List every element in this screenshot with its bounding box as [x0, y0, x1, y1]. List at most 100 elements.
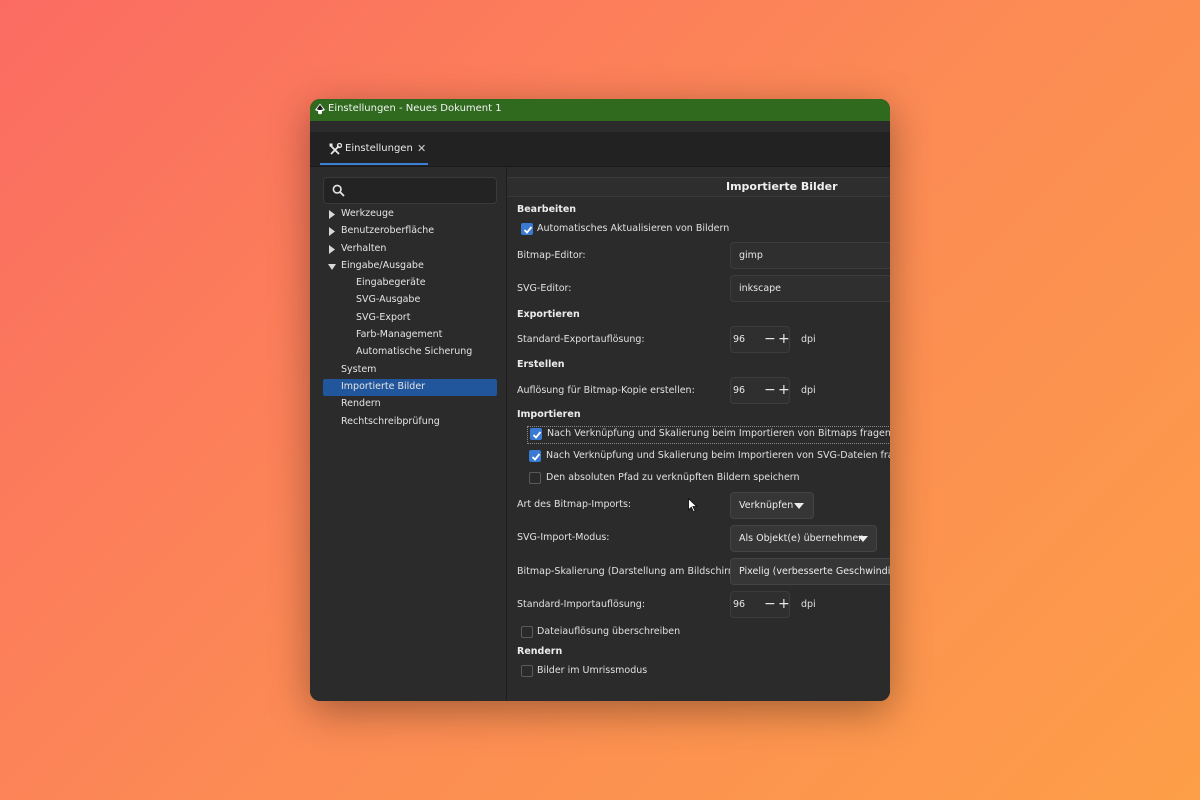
increment-button[interactable]: + [778, 382, 790, 398]
bitmap-copy-resolution-label: Auflösung für Bitmap-Kopie erstellen: [517, 385, 695, 396]
sidebar-item-importierte-bilder[interactable]: Importierte Bilder [323, 378, 497, 397]
title-bar[interactable]: Einstellungen - Neues Dokument 1 [310, 99, 890, 121]
svg-import-mode-dropdown[interactable]: Als Objekt(e) übernehmen [730, 525, 877, 552]
outline-mode-label: Bilder im Umrissmodus [537, 665, 648, 676]
auto-update-checkbox[interactable] [521, 223, 533, 235]
checkmark-icon [523, 226, 533, 234]
expander-right-icon[interactable] [328, 244, 336, 254]
sidebar-item-svg-export[interactable]: SVG-Export [323, 310, 497, 327]
import-resolution-value: 96 [733, 599, 746, 610]
expander-right-icon[interactable] [328, 210, 336, 219]
preferences-panel: Importierte Bilder Bearbeiten Automatisc… [507, 167, 890, 701]
tab-strip-spacer [310, 121, 890, 132]
ask-bitmaps-checkbox[interactable] [530, 428, 542, 440]
sidebar-item-label: Automatische Sicherung [356, 346, 473, 358]
bitmap-editor-field[interactable]: gimp [730, 242, 890, 269]
preferences-tree: Werkzeuge Benutzeroberfläche Verhalten E… [323, 206, 497, 431]
window-title: Einstellungen - Neues Dokument 1 [328, 103, 502, 114]
override-file-res-checkbox-row[interactable]: Dateiauflösung überschreiben [521, 625, 771, 641]
tab-label: Einstellungen [345, 143, 413, 154]
sidebar-item-label: Eingabegeräte [356, 277, 426, 289]
tools-icon [329, 143, 342, 155]
svg-import-mode-value: Als Objekt(e) übernehmen [739, 533, 865, 544]
sidebar-item-rendern[interactable]: Rendern [323, 396, 497, 413]
bitmap-copy-resolution-unit: dpi [801, 385, 816, 396]
absolute-path-checkbox-row[interactable]: Den absoluten Pfad zu verknüpften Bilder… [529, 471, 869, 487]
sidebar-item-label: Verhalten [341, 242, 387, 254]
bitmap-editor-label: Bitmap-Editor: [517, 250, 586, 261]
import-resolution-spinbox[interactable]: 96 − + [730, 591, 790, 618]
sidebar-item-label: SVG-Ausgabe [356, 294, 421, 306]
chevron-down-icon [794, 503, 804, 509]
svg-import-mode-label: SVG-Import-Modus: [517, 532, 610, 543]
ask-svg-label: Nach Verknüpfung und Skalierung beim Imp… [546, 450, 890, 461]
sidebar-item-system[interactable]: System [323, 362, 497, 379]
sidebar-item-verhalten[interactable]: Verhalten [323, 241, 497, 258]
ask-svg-checkbox-row[interactable]: Nach Verknüpfung und Skalierung beim Imp… [529, 449, 890, 465]
sidebar-item-label: Farb-Management [356, 329, 443, 341]
tab-preferences[interactable]: Einstellungen ✕ [320, 135, 428, 165]
sidebar-item-label: System [341, 363, 377, 375]
export-resolution-label: Standard-Exportauflösung: [517, 334, 645, 345]
expander-right-icon[interactable] [328, 227, 336, 237]
panel-title: Importierte Bilder [507, 177, 890, 197]
bitmap-scaling-label: Bitmap-Skalierung (Darstellung am Bildsc… [517, 566, 741, 577]
sidebar-item-werkzeuge[interactable]: Werkzeuge [323, 206, 497, 223]
sidebar-item-eingabegeraete[interactable]: Eingabegeräte [323, 275, 497, 292]
sidebar-item-automatische-sicherung[interactable]: Automatische Sicherung [323, 344, 497, 361]
export-resolution-value: 96 [733, 334, 746, 345]
bitmap-copy-resolution-spinbox[interactable]: 96 − + [730, 377, 790, 404]
sidebar-item-label: Rechtschreibprüfung [341, 415, 440, 427]
chevron-down-icon [858, 536, 868, 542]
section-heading-bearbeiten: Bearbeiten [517, 204, 577, 215]
sidebar-item-farb-management[interactable]: Farb-Management [323, 327, 497, 344]
bitmap-import-type-label: Art des Bitmap-Imports: [517, 499, 632, 510]
bitmap-import-type-value: Verknüpfen [739, 500, 794, 511]
sidebar-item-label: Werkzeuge [341, 208, 394, 219]
bitmap-scaling-dropdown[interactable]: Pixelig (verbesserte Geschwindigke [730, 558, 890, 585]
import-resolution-unit: dpi [801, 599, 816, 610]
sidebar-item-svg-ausgabe[interactable]: SVG-Ausgabe [323, 292, 497, 309]
section-heading-importieren: Importieren [517, 409, 581, 420]
ask-bitmaps-checkbox-row[interactable]: Nach Verknüpfung und Skalierung beim Imp… [527, 426, 890, 444]
sidebar-item-label: Importierte Bilder [341, 380, 426, 392]
sidebar-item-rechtschreibpruefung[interactable]: Rechtschreibprüfung [323, 414, 497, 431]
expander-down-icon[interactable] [328, 262, 336, 271]
section-heading-erstellen: Erstellen [517, 359, 565, 370]
section-heading-rendern: Rendern [517, 646, 563, 657]
absolute-path-checkbox[interactable] [529, 472, 541, 484]
svg-editor-field[interactable]: inkscape [730, 275, 890, 302]
section-heading-exportieren: Exportieren [517, 309, 580, 320]
increment-button[interactable]: + [778, 596, 790, 612]
outline-mode-checkbox-row[interactable]: Bilder im Umrissmodus [521, 664, 771, 680]
ask-bitmaps-label: Nach Verknüpfung und Skalierung beim Imp… [547, 428, 890, 439]
search-input[interactable] [350, 180, 494, 201]
auto-update-checkbox-row[interactable]: Automatisches Aktualisieren von Bildern [521, 222, 771, 238]
outline-mode-checkbox[interactable] [521, 665, 533, 677]
decrement-button[interactable]: − [764, 331, 776, 347]
search-box[interactable] [323, 177, 497, 204]
close-tab-icon[interactable]: ✕ [417, 142, 426, 155]
override-file-res-checkbox[interactable] [521, 626, 533, 638]
ask-svg-checkbox[interactable] [529, 450, 541, 462]
export-resolution-spinbox[interactable]: 96 − + [730, 326, 790, 353]
preferences-window: Einstellungen - Neues Dokument 1 Einstel… [310, 99, 890, 701]
bitmap-import-type-dropdown[interactable]: Verknüpfen [730, 492, 814, 519]
import-resolution-label: Standard-Importauflösung: [517, 599, 646, 610]
mouse-cursor-icon [688, 498, 698, 513]
auto-update-label: Automatisches Aktualisieren von Bildern [537, 223, 730, 234]
inkscape-logo-icon [315, 103, 325, 115]
decrement-button[interactable]: − [764, 596, 776, 612]
sidebar-item-eingabe-ausgabe[interactable]: Eingabe/Ausgabe [323, 258, 497, 275]
search-icon [332, 184, 345, 197]
svg-editor-label: SVG-Editor: [517, 283, 572, 294]
sidebar-item-label: Eingabe/Ausgabe [341, 259, 424, 271]
checkmark-icon [532, 431, 542, 439]
decrement-button[interactable]: − [764, 382, 776, 398]
export-resolution-unit: dpi [801, 334, 816, 345]
bitmap-scaling-value: Pixelig (verbesserte Geschwindigke [739, 566, 890, 577]
sidebar-item-benutzeroberflaeche[interactable]: Benutzeroberfläche [323, 223, 497, 240]
sidebar-item-label: SVG-Export [356, 311, 411, 323]
increment-button[interactable]: + [778, 331, 790, 347]
panel-title-text: Importierte Bilder [726, 180, 838, 193]
